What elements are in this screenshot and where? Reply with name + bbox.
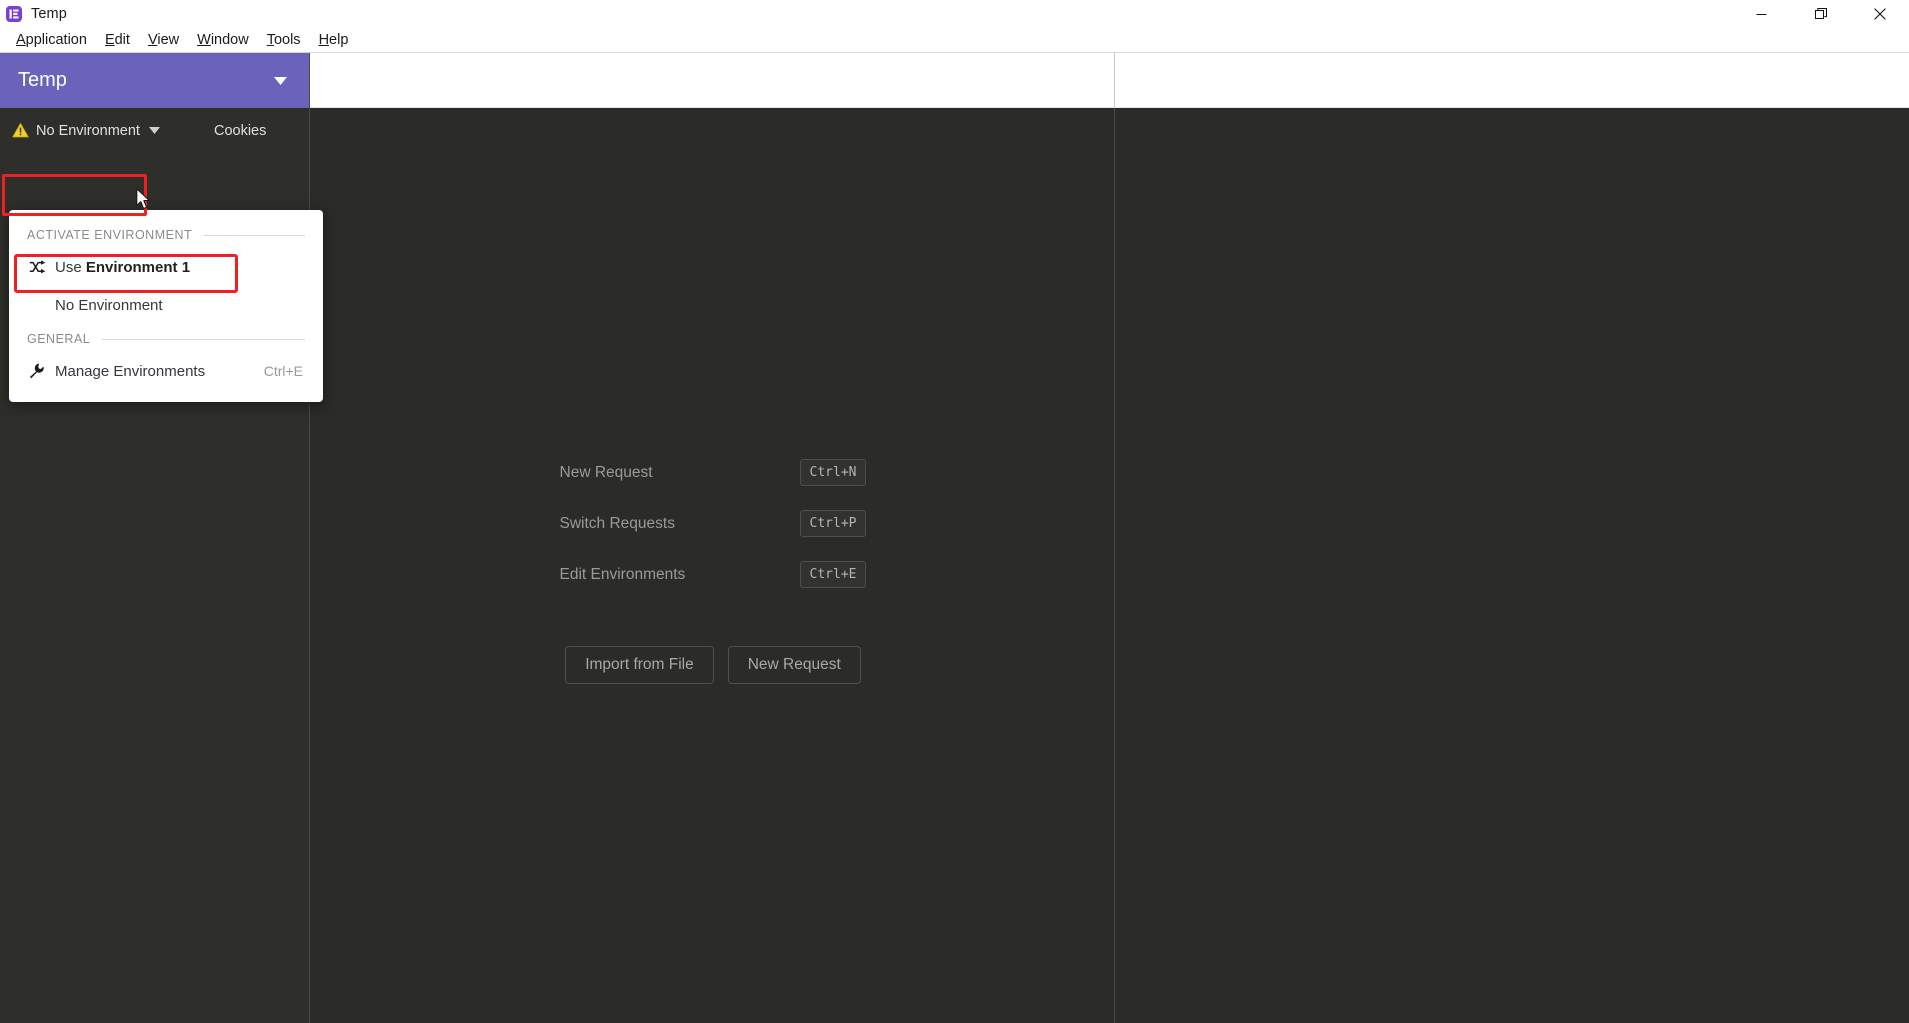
window-title: Temp <box>31 6 67 22</box>
restore-icon[interactable] <box>1791 0 1850 28</box>
menu-item-window-rest: indow <box>210 32 249 48</box>
menu-item-application[interactable]: Application <box>7 30 96 50</box>
shortcut-label: Switch Requests <box>559 514 675 532</box>
empty-state: New Request Ctrl+N Switch Requests Ctrl+… <box>311 108 1115 1023</box>
dropdown-item-shortcut: Ctrl+E <box>263 363 303 379</box>
new-request-button[interactable]: New Request <box>727 646 861 684</box>
app-workspace: Temp No Environment Cookies ACTIVATE ENV… <box>0 52 1909 1023</box>
menu-item-help-rest: elp <box>329 32 349 48</box>
environment-dropdown-button[interactable]: No Environment <box>0 108 174 153</box>
section-divider <box>204 234 305 236</box>
import-from-file-button[interactable]: Import from File <box>565 646 714 684</box>
dropdown-item-label: No Environment <box>55 296 163 314</box>
empty-state-actions: Import from File New Request <box>565 646 861 684</box>
title-bar: Temp <box>0 0 1909 28</box>
dropdown-section-title: ACTIVATE ENVIRONMENT <box>27 228 193 242</box>
cookies-label: Cookies <box>213 122 267 139</box>
environment-dropdown-menu: ACTIVATE ENVIRONMENT Use Environment 1 N… <box>9 210 323 402</box>
chevron-down-icon <box>274 76 287 85</box>
shortcut-label: Edit Environments <box>559 565 686 583</box>
warning-triangle-icon <box>12 122 29 139</box>
insomnia-logo-icon <box>5 5 23 23</box>
menu-item-tools-rest: ools <box>273 32 301 48</box>
shortcut-label: New Request <box>559 463 653 481</box>
shortcut-list: New Request Ctrl+N Switch Requests Ctrl+… <box>560 447 867 600</box>
menu-item-edit[interactable]: Edit <box>96 30 139 50</box>
shortcut-row: Edit Environments Ctrl+E <box>560 549 867 600</box>
dropdown-section-header-general: GENERAL <box>9 324 323 352</box>
menu-item-help[interactable]: Help <box>310 30 358 50</box>
dropdown-item-manage-environments[interactable]: Manage Environments Ctrl+E <box>9 352 323 390</box>
shortcut-keys: Ctrl+P <box>799 510 867 537</box>
workspace-name: Temp <box>18 69 67 91</box>
menu-item-application-rest: pplication <box>25 32 87 48</box>
dropdown-item-no-environment[interactable]: No Environment <box>9 286 323 324</box>
shortcut-row: Switch Requests Ctrl+P <box>560 498 867 549</box>
menu-item-window[interactable]: Window <box>188 30 258 50</box>
response-pane <box>1116 108 1909 1023</box>
chevron-down-icon <box>148 127 160 134</box>
dropdown-item-label: Manage Environments <box>55 362 206 380</box>
shortcut-row: New Request Ctrl+N <box>560 447 867 498</box>
pane-vertical-divider[interactable] <box>1114 53 1115 108</box>
menu-item-edit-rest: dit <box>114 32 130 48</box>
request-pane: New Request Ctrl+N Switch Requests Ctrl+… <box>311 108 1115 1023</box>
sidebar: Temp No Environment Cookies <box>0 53 310 1023</box>
dropdown-section-title: GENERAL <box>27 332 91 346</box>
environment-1-name: Environment 1 <box>85 258 191 276</box>
dropdown-section-header-activate-environment: ACTIVATE ENVIRONMENT <box>9 220 323 248</box>
menu-item-view[interactable]: View <box>139 30 188 50</box>
wrench-icon <box>29 363 49 379</box>
menu-item-tools[interactable]: Tools <box>258 30 310 50</box>
dropdown-item-label: Use Environment 1 <box>55 259 190 276</box>
cookies-button[interactable]: Cookies <box>196 108 284 153</box>
use-prefix: Use <box>55 258 86 276</box>
section-divider <box>102 338 305 340</box>
request-response-header-strip <box>310 53 1909 108</box>
workspace-dropdown-button[interactable]: Temp <box>0 53 309 108</box>
environment-name: No Environment <box>36 122 140 139</box>
shortcut-keys: Ctrl+N <box>799 459 867 486</box>
shuffle-icon <box>29 260 49 274</box>
sidebar-toolbar: No Environment Cookies <box>0 108 309 153</box>
dropdown-item-use-environment-1[interactable]: Use Environment 1 <box>9 248 323 286</box>
close-icon[interactable] <box>1850 0 1909 28</box>
window-controls <box>1732 0 1909 28</box>
menu-bar: Application Edit View Window Tools Help <box>0 28 1909 52</box>
menu-item-view-rest: iew <box>157 32 180 48</box>
shortcut-keys: Ctrl+E <box>799 561 867 588</box>
minimize-icon[interactable] <box>1732 0 1791 28</box>
